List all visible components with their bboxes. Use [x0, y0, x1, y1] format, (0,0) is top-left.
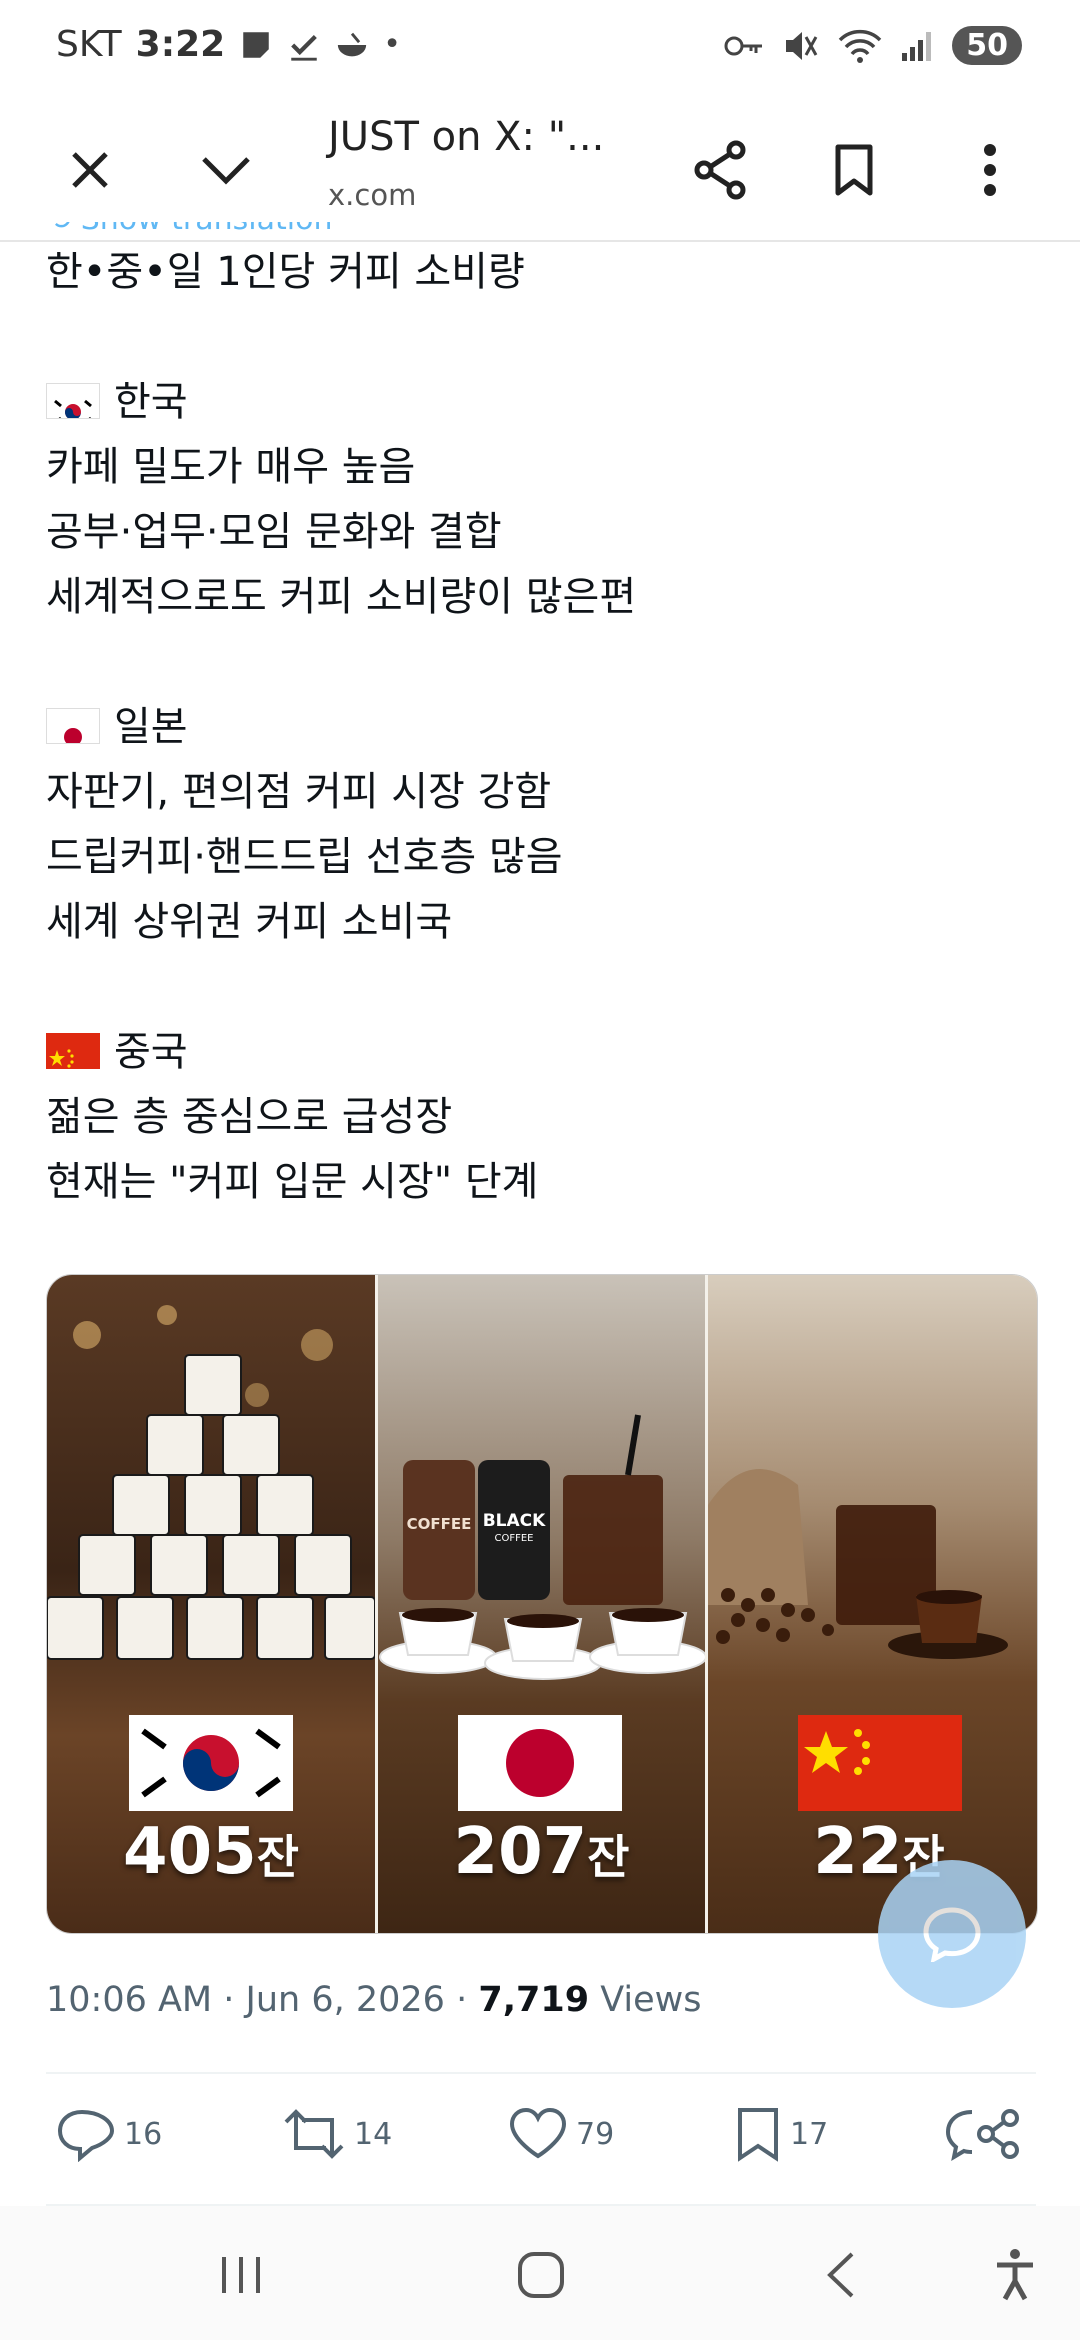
share-button[interactable] — [680, 130, 760, 210]
home-icon — [518, 2252, 564, 2298]
korea-heading: 한국 — [46, 370, 1036, 435]
page-title[interactable]: JUST on X: "... — [328, 114, 604, 160]
recent-apps-icon — [222, 2257, 260, 2293]
dot-icon: • — [383, 27, 401, 62]
japan-heading: 일본 — [46, 695, 1036, 760]
repost-icon — [284, 2109, 344, 2159]
repost-count: 14 — [354, 2116, 393, 2152]
clock: 3:22 — [135, 24, 226, 65]
korea-count-label: 405잔 — [123, 1815, 299, 1889]
close-icon — [72, 152, 108, 188]
message-bubble-icon — [923, 1907, 981, 1962]
reply-icon — [57, 2109, 115, 2162]
japan-line-2: 드립커피·핸드드립 선호층 많음 — [46, 834, 563, 880]
bookmark-outline-icon — [738, 2108, 778, 2162]
accessibility-icon — [997, 2249, 1033, 2301]
status-bar: SKT 3:22 • 50 — [0, 0, 1080, 100]
mute-icon — [786, 31, 818, 60]
tweet-date[interactable]: Jun 6, 2026 — [246, 1980, 445, 2020]
china-name: 중국 — [114, 1029, 188, 1075]
like-count: 79 — [576, 2116, 615, 2152]
bookmark-count: 17 — [790, 2116, 829, 2152]
china-panel: 22잔 — [708, 1275, 1037, 1933]
reply-button[interactable]: 16 — [56, 2106, 162, 2162]
home-button[interactable] — [506, 2240, 576, 2310]
system-nav-bar — [0, 2206, 1080, 2340]
status-left: SKT 3:22 • — [56, 24, 401, 65]
bowl-icon — [338, 32, 367, 56]
share-icon — [694, 140, 746, 200]
divider — [46, 2072, 1036, 2074]
bookmark-button[interactable] — [814, 130, 894, 210]
china-line-1: 젊은 층 중심으로 급성장 — [46, 1094, 453, 1140]
japan-line-1: 자판기, 편의점 커피 시장 강함 — [46, 769, 552, 815]
japan-name: 일본 — [114, 704, 188, 750]
repost-button[interactable]: 14 — [282, 2106, 392, 2162]
china-flag-icon — [46, 1033, 100, 1069]
views-label: Views — [600, 1980, 702, 2020]
tweet-text: 한•중•일 1인당 커피 소비량 한국 카페 밀도가 매우 높음 공부·업무·모… — [46, 240, 1036, 1215]
wifi-icon — [839, 29, 882, 63]
tweet-heading: 한•중•일 1인당 커피 소비량 — [46, 249, 525, 295]
key-icon — [724, 36, 763, 55]
korea-flag-icon — [46, 383, 100, 419]
back-chevron-icon — [827, 2252, 854, 2298]
korea-name: 한국 — [114, 379, 188, 425]
share-tweet-button[interactable] — [942, 2106, 1022, 2162]
korea-panel: 405잔 — [47, 1275, 375, 1933]
signal-icon — [902, 31, 932, 61]
tweet-time[interactable]: 10:06 AM — [46, 1980, 212, 2020]
china-heading: 중국 — [46, 1020, 1036, 1085]
collapse-button[interactable] — [186, 130, 266, 210]
accessibility-button[interactable] — [980, 2240, 1050, 2310]
show-translation-label: Show translation — [81, 222, 333, 237]
tweet-actions: 16 14 79 17 — [46, 2098, 1036, 2178]
status-right: 50 — [724, 26, 1022, 65]
like-button[interactable]: 79 — [508, 2106, 614, 2162]
japan-panel: COFFEE BLACK COFFEE 207잔 — [378, 1275, 705, 1933]
battery-indicator: 50 — [952, 26, 1022, 65]
recent-apps-button[interactable] — [206, 2240, 276, 2310]
notification-icon — [243, 31, 269, 58]
tweet-meta: 10:06 AM · Jun 6, 2026 · 7,719 Views — [46, 1980, 702, 2020]
more-options-button[interactable] — [950, 130, 1030, 210]
japan-count-label: 207잔 — [453, 1815, 630, 1889]
japan-flag-icon — [46, 708, 100, 744]
back-button[interactable] — [806, 2240, 876, 2310]
bookmark-icon — [835, 144, 873, 196]
browser-toolbar: JUST on X: "... x.com — [0, 100, 1080, 242]
korea-line-2: 공부·업무·모임 문화와 결합 — [46, 509, 502, 555]
heart-icon — [509, 2107, 567, 2159]
china-line-2: 현재는 "커피 입문 시장" 단계 — [46, 1159, 539, 1205]
page-url[interactable]: x.com — [328, 178, 416, 212]
more-vertical-icon — [984, 144, 996, 196]
korea-line-3: 세계적으로도 커피 소비량이 많은편 — [46, 574, 637, 620]
reply-count: 16 — [124, 2116, 163, 2152]
compose-message-button[interactable] — [878, 1860, 1026, 2008]
share-network-icon — [945, 2109, 1019, 2162]
close-button[interactable] — [50, 130, 130, 210]
translate-icon: ⟲ — [46, 222, 81, 237]
carrier-label: SKT — [56, 24, 122, 65]
japan-line-3: 세계 상위권 커피 소비국 — [46, 899, 453, 945]
chevron-down-icon — [202, 157, 250, 185]
tweet-image[interactable]: 405잔 COFFEE BLACK COFFEE 207잔 22잔 — [46, 1274, 1038, 1934]
views-count: 7,719 — [478, 1980, 590, 2020]
korea-line-1: 카페 밀도가 매우 높음 — [46, 444, 416, 490]
check-icon — [291, 34, 318, 61]
bookmark-action-button[interactable]: 17 — [734, 2106, 828, 2162]
